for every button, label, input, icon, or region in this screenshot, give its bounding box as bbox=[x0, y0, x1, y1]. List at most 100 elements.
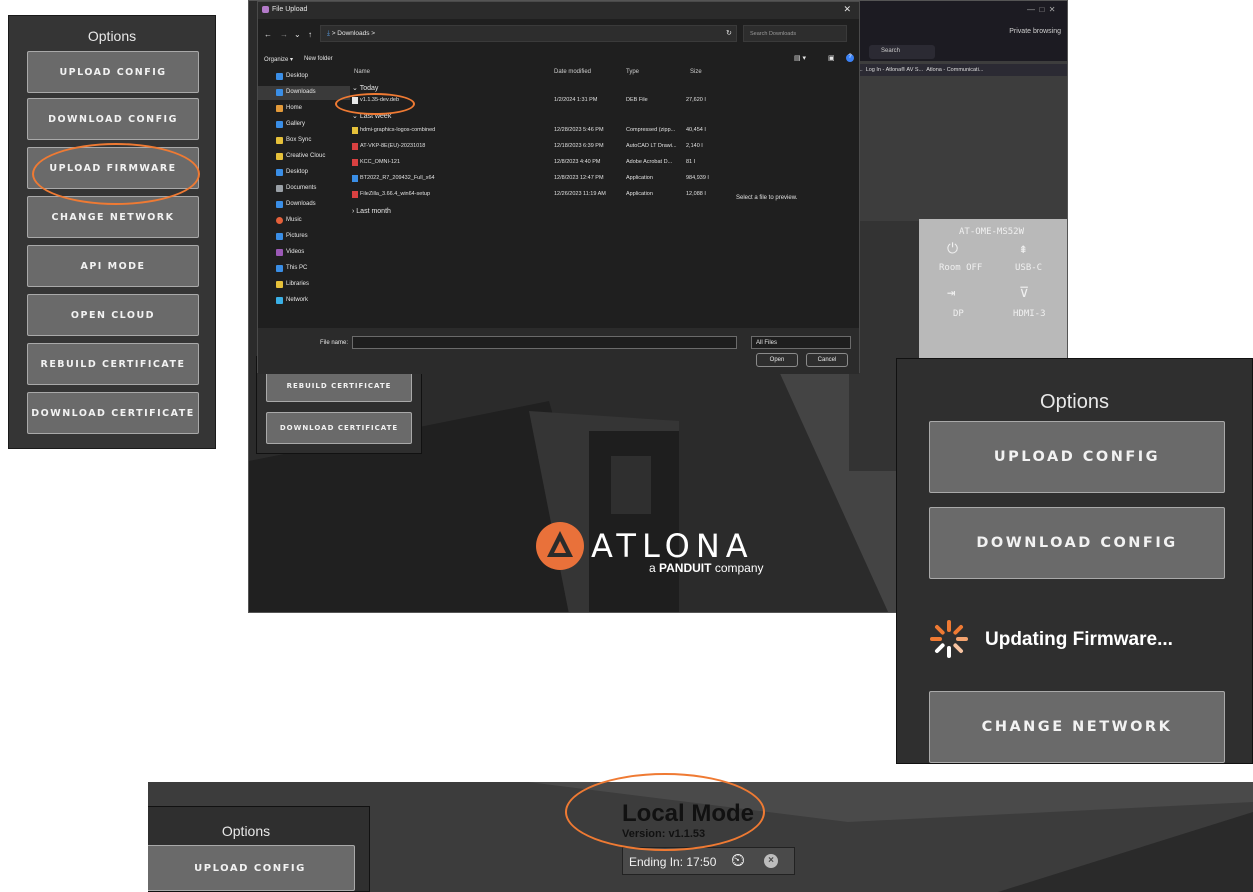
up-icon[interactable]: ↑ bbox=[308, 30, 312, 39]
nav-item-creative-cloud[interactable]: Creative Clouc bbox=[258, 150, 350, 164]
nav-item-music[interactable]: Music bbox=[258, 214, 350, 228]
window-controls[interactable]: — □ ✕ bbox=[1027, 5, 1055, 14]
rebuild-certificate-button[interactable]: REBUILD CERTIFICATE bbox=[266, 370, 412, 402]
local-mode-highlight bbox=[565, 773, 765, 851]
column-date[interactable]: Date modified bbox=[554, 69, 591, 75]
file-row[interactable]: hdmi-graphics-logos-combined 12/28/2023 … bbox=[350, 124, 720, 137]
nav-item-desktop[interactable]: Desktop bbox=[258, 70, 350, 84]
upload-config-button[interactable]: UPLOAD CONFIG bbox=[929, 421, 1225, 493]
bookmark-atlona-comm[interactable]: Atlona - Communicati... bbox=[926, 67, 983, 73]
computer-icon bbox=[276, 265, 283, 272]
upload-config-button[interactable]: UPLOAD CONFIG bbox=[27, 51, 199, 93]
file-name-input[interactable] bbox=[352, 336, 737, 349]
download-certificate-button[interactable]: DOWNLOAD CERTIFICATE bbox=[27, 392, 199, 434]
pdf-icon bbox=[352, 159, 358, 166]
nav-item-desktop-2[interactable]: Desktop bbox=[258, 166, 350, 180]
file-row[interactable]: KCC_OMNI-121 12/8/2023 4:40 PM Adobe Acr… bbox=[350, 156, 720, 169]
new-folder-button[interactable]: New folder bbox=[304, 56, 333, 62]
column-name[interactable]: Name bbox=[354, 69, 370, 75]
document-icon bbox=[276, 185, 283, 192]
address-bar[interactable]: ⤓ > Downloads > bbox=[320, 25, 737, 42]
nav-item-downloads[interactable]: Downloads bbox=[258, 86, 350, 100]
bookmarks-bar: zip... Log In - Atlona® AV S... Atlona -… bbox=[849, 64, 1067, 76]
address-path: Downloads bbox=[337, 30, 370, 37]
dp-icon: ⇥ bbox=[947, 285, 956, 301]
change-network-button[interactable]: CHANGE NETWORK bbox=[929, 691, 1225, 763]
file-row[interactable]: BT2022_R7_209432_Full_x64 12/8/2023 12:4… bbox=[350, 172, 720, 185]
usbc-label: USB-C bbox=[1015, 263, 1043, 273]
nav-item-videos[interactable]: Videos bbox=[258, 246, 350, 260]
dialog-titlebar: File Upload ✕ bbox=[258, 2, 859, 19]
options-title: Options bbox=[221, 823, 271, 839]
nav-item-this-pc[interactable]: This PC bbox=[258, 262, 350, 276]
open-cloud-button[interactable]: OPEN CLOUD bbox=[27, 294, 199, 336]
dp-label: DP bbox=[953, 309, 964, 319]
atlona-logo-icon bbox=[536, 522, 584, 570]
nav-item-gallery[interactable]: Gallery bbox=[258, 118, 350, 132]
download-config-button[interactable]: DOWNLOAD CONFIG bbox=[929, 507, 1225, 579]
api-mode-button[interactable]: API MODE bbox=[27, 245, 199, 287]
options-panel-zoomed: Options UPLOAD CONFIG DOWNLOAD CONFIG Up… bbox=[896, 358, 1253, 764]
download-config-button[interactable]: DOWNLOAD CONFIG bbox=[27, 98, 199, 140]
organize-menu[interactable]: Organize ▾ bbox=[264, 56, 293, 63]
loading-spinner-icon bbox=[930, 620, 968, 658]
preview-pane-icon[interactable]: ▣ bbox=[828, 54, 835, 62]
folder-icon bbox=[276, 153, 283, 160]
panduit-brand: PANDUIT bbox=[659, 561, 712, 575]
column-size[interactable]: Size bbox=[690, 69, 702, 75]
cancel-button[interactable]: Cancel bbox=[806, 353, 848, 367]
file-row[interactable]: FileZilla_3.66.4_win64-setup 12/26/2023 … bbox=[350, 188, 720, 201]
download-icon bbox=[276, 201, 283, 208]
desktop-icon bbox=[276, 169, 283, 176]
help-icon[interactable]: ? bbox=[846, 54, 854, 62]
gallery-icon bbox=[276, 121, 283, 128]
close-icon[interactable]: ✕ bbox=[843, 4, 851, 15]
browser-search-input[interactable]: Search bbox=[869, 45, 935, 59]
group-today[interactable]: ⌄ Today bbox=[352, 84, 378, 92]
dialog-title: File Upload bbox=[272, 6, 308, 13]
options-panel-left: Options UPLOAD CONFIG DOWNLOAD CONFIG UP… bbox=[8, 15, 216, 449]
open-button[interactable]: Open bbox=[756, 353, 798, 367]
close-icon[interactable]: × bbox=[764, 854, 778, 868]
download-icon: ⤓ bbox=[327, 30, 330, 37]
view-icon[interactable]: ▤ ▾ bbox=[794, 54, 806, 62]
atlona-logo-text: ATLONA bbox=[591, 527, 754, 565]
bookmark-atlona-login[interactable]: Log In - Atlona® AV S... bbox=[866, 67, 923, 73]
application-icon bbox=[352, 175, 358, 182]
home-icon bbox=[276, 105, 283, 112]
chevron-down-icon[interactable]: ⌄ bbox=[294, 30, 301, 39]
download-certificate-button[interactable]: DOWNLOAD CERTIFICATE bbox=[266, 412, 412, 444]
refresh-icon[interactable]: ↻ bbox=[726, 29, 732, 37]
preview-text: Select a file to preview. bbox=[736, 195, 798, 201]
file-upload-dialog: File Upload ✕ ← → ⌄ ↑ ⤓ > Downloads > ↻ … bbox=[257, 1, 860, 374]
nav-item-pictures[interactable]: Pictures bbox=[258, 230, 350, 244]
dialog-search-input[interactable]: Search Downloads bbox=[743, 25, 847, 42]
autocad-icon bbox=[352, 143, 358, 150]
videos-icon bbox=[276, 249, 283, 256]
updating-firmware-status: Updating Firmware... bbox=[985, 629, 1173, 650]
forward-icon[interactable]: → bbox=[280, 30, 288, 39]
folder-icon bbox=[276, 281, 283, 288]
nav-item-documents[interactable]: Documents bbox=[258, 182, 350, 196]
room-off-label: Room OFF bbox=[939, 263, 983, 273]
extend-timer-icon[interactable]: ⏲ bbox=[731, 850, 745, 871]
options-title: Options bbox=[87, 28, 137, 44]
nav-item-network[interactable]: Network bbox=[258, 294, 350, 308]
device-model: AT-OME-MS52W bbox=[959, 227, 1025, 237]
private-browsing-label: Private browsing bbox=[1009, 28, 1061, 35]
file-row[interactable]: AT-VKP-8E(EU)-20231018 12/18/2023 6:39 P… bbox=[350, 140, 720, 153]
selected-file-highlight bbox=[335, 93, 415, 115]
options-title: Options bbox=[1040, 391, 1109, 413]
group-last-month[interactable]: › Last month bbox=[352, 208, 391, 215]
column-type[interactable]: Type bbox=[626, 69, 639, 75]
hdmi3-label: HDMI-3 bbox=[1013, 309, 1046, 319]
nav-item-libraries[interactable]: Libraries bbox=[258, 278, 350, 292]
rebuild-certificate-button[interactable]: REBUILD CERTIFICATE bbox=[27, 343, 199, 385]
upload-config-button[interactable]: UPLOAD CONFIG bbox=[148, 845, 355, 891]
panduit-tagline: a PANDUIT company bbox=[649, 561, 764, 575]
file-type-select[interactable]: All Files bbox=[751, 336, 851, 349]
back-icon[interactable]: ← bbox=[264, 30, 272, 39]
nav-item-downloads-2[interactable]: Downloads bbox=[258, 198, 350, 212]
power-icon: ⏻ bbox=[947, 241, 959, 257]
nav-item-box-sync[interactable]: Box Sync bbox=[258, 134, 350, 148]
